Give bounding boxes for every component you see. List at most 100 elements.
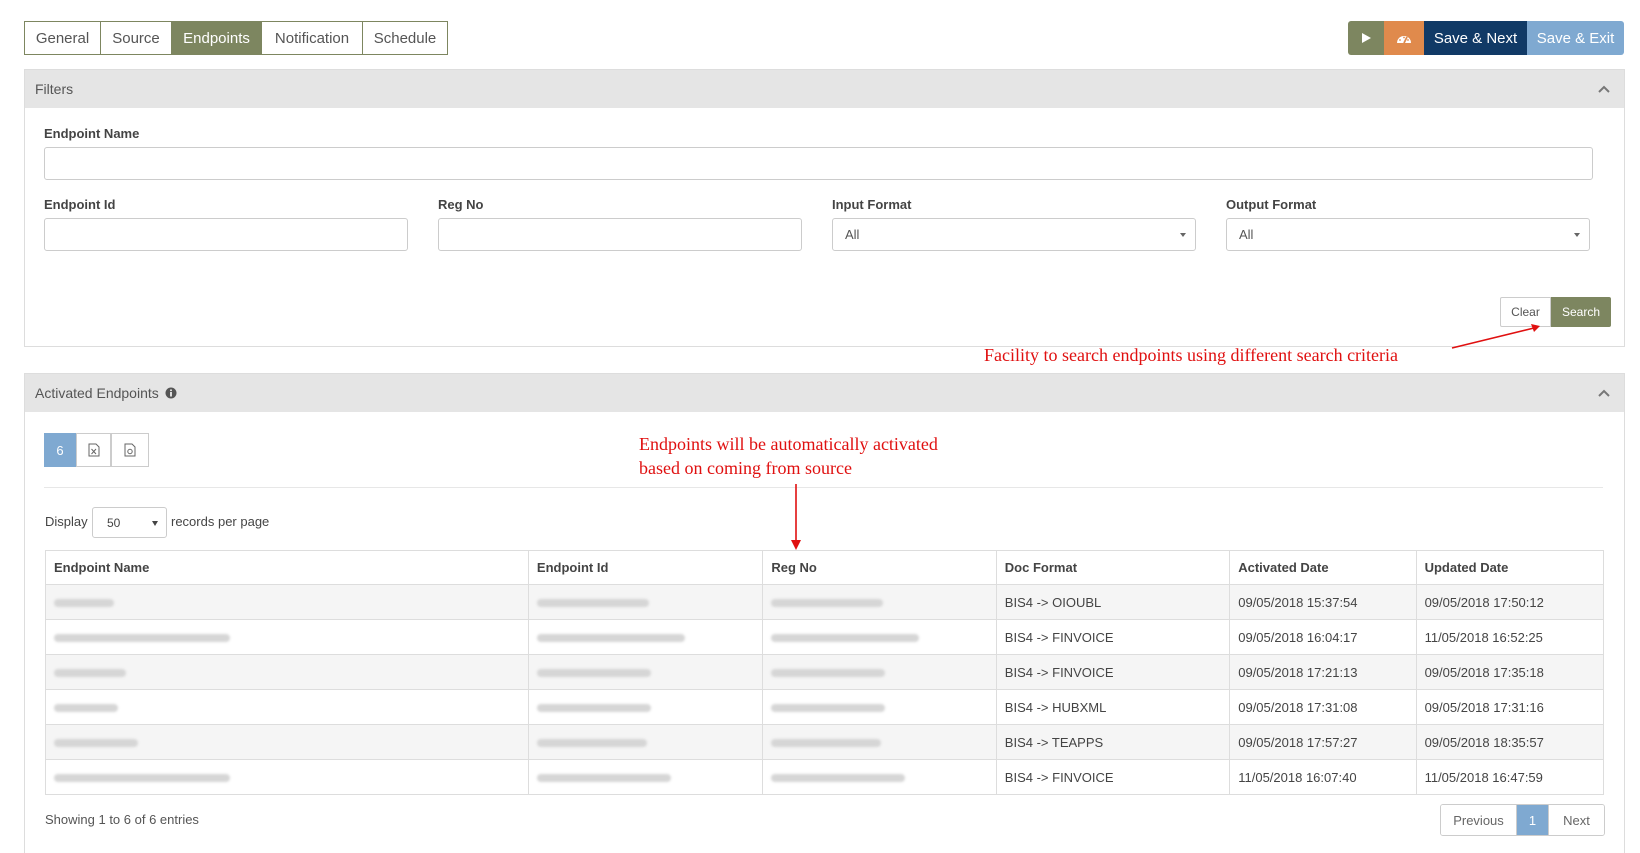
cell-reg-no <box>762 724 997 760</box>
cell-doc-format: BIS4 -> OIOUBL <box>995 584 1231 620</box>
pdf-file-icon <box>124 443 136 457</box>
endpoints-table: Endpoint Name Endpoint Id Reg No Doc For… <box>45 550 1605 795</box>
cell-activated-date: 09/05/2018 16:04:17 <box>1229 619 1417 655</box>
cell-reg-no <box>762 654 997 690</box>
page-size-select[interactable]: 50 <box>92 507 167 538</box>
cell-endpoint-name <box>45 689 529 725</box>
tab-source[interactable]: Source <box>101 22 172 54</box>
cell-activated-date: 11/05/2018 16:07:40 <box>1229 759 1417 795</box>
cell-reg-no <box>762 584 997 620</box>
table-row[interactable]: BIS4 -> FINVOICE 09/05/2018 16:04:17 11/… <box>45 619 1605 655</box>
col-updated-date[interactable]: Updated Date <box>1415 550 1605 585</box>
cell-doc-format: BIS4 -> HUBXML <box>995 689 1231 725</box>
cell-doc-format: BIS4 -> FINVOICE <box>995 619 1231 655</box>
search-annotation: Facility to search endpoints using diffe… <box>984 345 1399 365</box>
redacted-text <box>771 668 886 677</box>
annotation-arrow-activation <box>791 484 801 550</box>
cell-endpoint-id <box>527 619 764 655</box>
table-header-row: Endpoint Name Endpoint Id Reg No Doc For… <box>45 550 1605 585</box>
col-reg-no[interactable]: Reg No <box>762 550 997 585</box>
divider <box>44 487 1603 488</box>
input-format-select[interactable]: All <box>832 218 1196 251</box>
endpoint-name-input[interactable] <box>44 147 1593 180</box>
endpoint-id-input[interactable] <box>44 218 408 251</box>
redacted-text <box>536 703 651 712</box>
cell-endpoint-id <box>527 724 764 760</box>
chevron-up-icon[interactable] <box>1598 387 1610 399</box>
cell-updated-date: 09/05/2018 17:50:12 <box>1415 584 1605 620</box>
export-pdf-button[interactable] <box>111 433 149 467</box>
info-icon[interactable] <box>165 387 177 399</box>
records-per-page-label: records per page <box>171 514 270 529</box>
cell-doc-format: BIS4 -> FINVOICE <box>995 654 1231 690</box>
activated-header[interactable]: Activated Endpoints <box>25 374 1624 412</box>
reg-no-label: Reg No <box>438 197 484 212</box>
toolbar: Save & Next Save & Exit <box>1348 21 1624 55</box>
page-size-value: 50 <box>107 515 121 530</box>
activation-annotation-line2: based on coming from source <box>639 458 852 478</box>
cell-endpoint-name <box>45 759 529 795</box>
reg-no-input[interactable] <box>438 218 802 251</box>
previous-page-button[interactable]: Previous <box>1441 805 1517 835</box>
table-row[interactable]: BIS4 -> TEAPPS 09/05/2018 17:57:27 09/05… <box>45 724 1605 760</box>
next-page-button[interactable]: Next <box>1548 805 1604 835</box>
redacted-text <box>536 633 685 642</box>
cell-activated-date: 09/05/2018 17:57:27 <box>1229 724 1417 760</box>
tab-endpoints[interactable]: Endpoints <box>172 22 262 54</box>
redacted-text <box>771 633 920 642</box>
input-format-value: All <box>845 227 860 242</box>
output-format-value: All <box>1239 227 1254 242</box>
tab-schedule[interactable]: Schedule <box>363 22 447 54</box>
save-next-button[interactable]: Save & Next <box>1424 21 1527 55</box>
chevron-up-icon[interactable] <box>1598 83 1610 95</box>
save-exit-button[interactable]: Save & Exit <box>1527 21 1624 55</box>
gauge-icon <box>1397 36 1411 44</box>
redacted-text <box>54 598 114 607</box>
redacted-text <box>771 773 906 782</box>
dashboard-button[interactable] <box>1384 21 1424 55</box>
filters-panel: Filters Endpoint Name Endpoint Id Reg No… <box>24 69 1625 347</box>
caret-down-icon <box>1180 233 1186 237</box>
col-endpoint-id[interactable]: Endpoint Id <box>527 550 764 585</box>
endpoint-id-label: Endpoint Id <box>44 197 116 212</box>
redacted-text <box>54 738 138 747</box>
table-row[interactable]: BIS4 -> HUBXML 09/05/2018 17:31:08 09/05… <box>45 689 1605 725</box>
col-doc-format[interactable]: Doc Format <box>995 550 1231 585</box>
output-format-label: Output Format <box>1226 197 1317 212</box>
cell-endpoint-name <box>45 584 529 620</box>
table-row[interactable]: BIS4 -> FINVOICE 11/05/2018 16:07:40 11/… <box>45 759 1605 795</box>
cell-updated-date: 11/05/2018 16:52:25 <box>1415 619 1605 655</box>
redacted-text <box>771 703 886 712</box>
tab-general[interactable]: General <box>25 22 101 54</box>
table-row[interactable]: BIS4 -> OIOUBL 09/05/2018 15:37:54 09/05… <box>45 584 1605 620</box>
record-count-button[interactable]: 6 <box>44 433 76 467</box>
table-row[interactable]: BIS4 -> FINVOICE 09/05/2018 17:21:13 09/… <box>45 654 1605 690</box>
redacted-text <box>536 668 651 677</box>
filters-title: Filters <box>35 81 74 97</box>
tab-notification[interactable]: Notification <box>262 22 363 54</box>
cell-updated-date: 09/05/2018 17:35:18 <box>1415 654 1605 690</box>
entries-info: Showing 1 to 6 of 6 entries <box>45 812 199 827</box>
annotation-arrow-search <box>1451 324 1540 349</box>
cell-endpoint-name <box>45 619 529 655</box>
cell-endpoint-id <box>527 689 764 725</box>
redacted-text <box>536 738 647 747</box>
search-button[interactable]: Search <box>1551 297 1611 327</box>
col-endpoint-name[interactable]: Endpoint Name <box>45 550 529 585</box>
caret-down-icon <box>152 521 158 526</box>
play-icon <box>1362 33 1371 43</box>
page-1-button[interactable]: 1 <box>1517 805 1548 835</box>
activation-annotation-line1: Endpoints will be automatically activate… <box>639 434 938 454</box>
cell-endpoint-id <box>527 759 764 795</box>
cell-endpoint-id <box>527 654 764 690</box>
cell-updated-date: 09/05/2018 17:31:16 <box>1415 689 1605 725</box>
output-format-select[interactable]: All <box>1226 218 1590 251</box>
col-activated-date[interactable]: Activated Date <box>1229 550 1417 585</box>
run-button[interactable] <box>1348 21 1384 55</box>
export-excel-button[interactable] <box>76 433 111 467</box>
filters-header[interactable]: Filters <box>25 70 1624 108</box>
redacted-text <box>536 773 671 782</box>
cell-activated-date: 09/05/2018 17:31:08 <box>1229 689 1417 725</box>
redacted-text <box>54 703 118 712</box>
cell-endpoint-name <box>45 724 529 760</box>
